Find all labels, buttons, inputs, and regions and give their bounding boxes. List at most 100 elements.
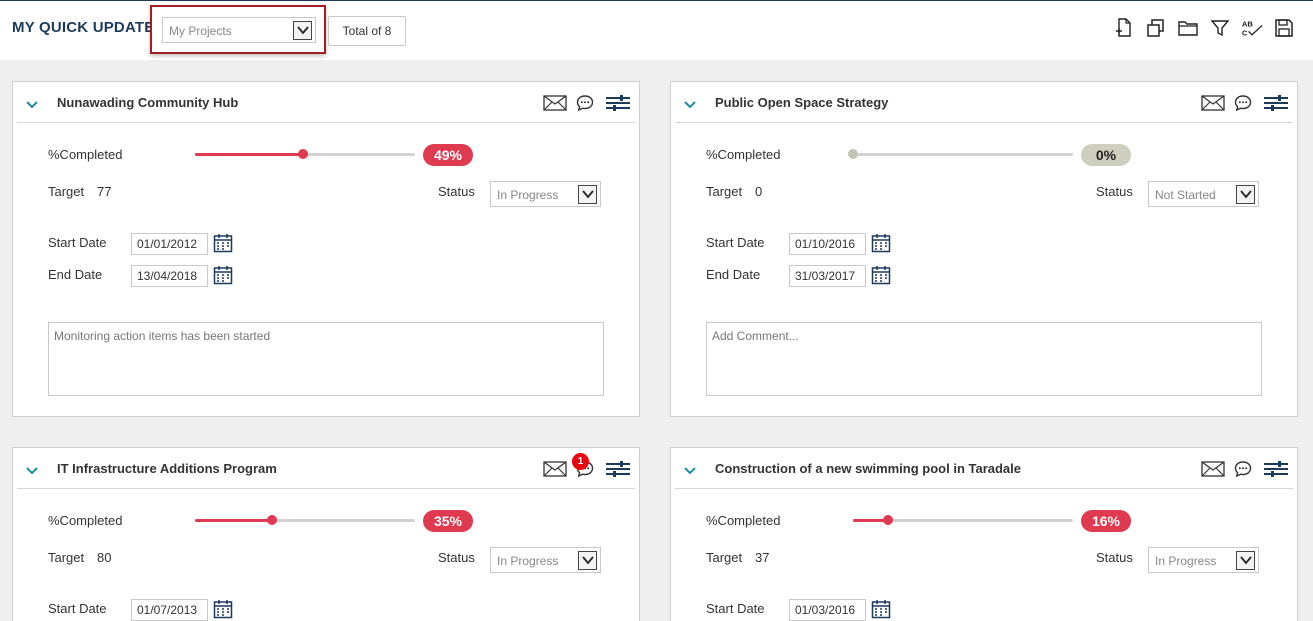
mail-icon[interactable]	[1201, 459, 1225, 479]
target-label: Target	[706, 184, 743, 199]
sliders-icon[interactable]	[605, 93, 631, 113]
chevron-down-icon[interactable]	[578, 551, 597, 570]
copy-icon[interactable]	[1145, 17, 1167, 39]
calendar-icon[interactable]	[871, 233, 891, 253]
chevron-down-icon[interactable]	[1236, 551, 1255, 570]
start-date-label: Start Date	[48, 235, 107, 250]
completed-label: %Completed	[48, 513, 123, 528]
comment-textarea[interactable]: Monitoring action items has been started	[48, 322, 604, 396]
status-label: Status	[1096, 550, 1133, 565]
start-date-label: Start Date	[706, 601, 765, 616]
add-document-icon[interactable]	[1113, 17, 1135, 39]
calendar-icon[interactable]	[871, 599, 891, 619]
start-date-label: Start Date	[706, 235, 765, 250]
notification-badge: 1	[572, 453, 589, 470]
chevron-down-icon[interactable]	[1236, 185, 1255, 204]
start-date-input[interactable]: 01/10/2016	[789, 233, 866, 255]
sliders-icon[interactable]	[1263, 93, 1289, 113]
completed-label: %Completed	[48, 147, 123, 162]
status-label: Status	[1096, 184, 1133, 199]
sliders-icon[interactable]	[605, 459, 631, 479]
target-value: 37	[755, 550, 770, 565]
chevron-down-icon[interactable]	[578, 185, 597, 204]
status-value: Not Started	[1155, 188, 1216, 202]
spell-check-icon[interactable]: AB C	[1241, 17, 1263, 39]
card-title: Nunawading Community Hub	[57, 95, 239, 110]
progress-knob[interactable]	[267, 515, 277, 525]
progress-slider[interactable]	[195, 149, 415, 159]
header-bar: MY QUICK UPDATE My Projects Total of 8 A…	[0, 0, 1313, 60]
end-date-input[interactable]: 31/03/2017	[789, 265, 866, 287]
calendar-icon[interactable]	[871, 265, 891, 285]
mail-icon[interactable]	[543, 93, 567, 113]
target-label: Target	[48, 184, 85, 199]
card-title: Construction of a new swimming pool in T…	[715, 461, 1022, 476]
project-filter-value: My Projects	[169, 24, 232, 38]
status-select[interactable]: In Progress	[1148, 547, 1259, 573]
comment-placeholder: Add Comment...	[712, 329, 799, 343]
status-select[interactable]: In Progress	[490, 547, 601, 573]
filter-icon[interactable]	[1209, 17, 1231, 39]
percent-badge: 49%	[423, 144, 473, 166]
card-header: Public Open Space Strategy	[675, 82, 1293, 123]
progress-fill	[195, 153, 303, 156]
svg-text:AB: AB	[1242, 19, 1253, 28]
project-card: Nunawading Community Hub %Completed 49% …	[12, 81, 640, 417]
progress-knob[interactable]	[883, 515, 894, 525]
progress-slider[interactable]	[853, 515, 1073, 525]
target-label: Target	[48, 550, 85, 565]
project-filter-highlight: My Projects	[150, 5, 326, 54]
svg-text:C: C	[1242, 29, 1248, 38]
progress-slider[interactable]	[195, 515, 415, 525]
status-label: Status	[438, 184, 475, 199]
chat-icon[interactable]	[1233, 459, 1253, 479]
progress-knob[interactable]	[848, 149, 858, 159]
start-date-input[interactable]: 01/01/2012	[131, 233, 208, 255]
sliders-icon[interactable]	[1263, 459, 1289, 479]
project-card: Construction of a new swimming pool in T…	[670, 447, 1298, 621]
progress-slider[interactable]	[848, 149, 1073, 159]
end-date-label: End Date	[48, 267, 103, 282]
chevron-down-icon[interactable]	[683, 98, 697, 109]
target-value: 0	[755, 184, 763, 199]
card-header: IT Infrastructure Additions Program 1	[17, 448, 635, 489]
calendar-icon[interactable]	[213, 599, 233, 619]
chevron-down-icon[interactable]	[683, 464, 697, 475]
card-title: IT Infrastructure Additions Program	[57, 461, 277, 476]
status-value: In Progress	[497, 554, 559, 568]
start-date-input[interactable]: 01/07/2013	[131, 599, 208, 621]
project-filter-select[interactable]: My Projects	[162, 17, 316, 43]
toolbar: AB C	[1103, 17, 1295, 39]
comment-textarea[interactable]: Add Comment...	[706, 322, 1262, 396]
target-label: Target	[706, 550, 743, 565]
chat-icon[interactable]	[575, 93, 595, 113]
project-card: IT Infrastructure Additions Program 1 %C…	[12, 447, 640, 621]
end-date-input[interactable]: 13/04/2018	[131, 265, 208, 287]
status-select[interactable]: In Progress	[490, 181, 601, 207]
card-header: Nunawading Community Hub	[17, 82, 635, 123]
end-date-label: End Date	[706, 267, 761, 282]
project-card: Public Open Space Strategy %Completed 0%…	[670, 81, 1298, 417]
chevron-down-icon[interactable]	[25, 98, 39, 109]
chevron-down-icon[interactable]	[25, 464, 39, 475]
mail-icon[interactable]	[1201, 93, 1225, 113]
save-icon[interactable]	[1273, 17, 1295, 39]
start-date-label: Start Date	[48, 601, 107, 616]
total-count-button[interactable]: Total of 8	[328, 16, 406, 46]
target-value: 80	[97, 550, 112, 565]
calendar-icon[interactable]	[213, 233, 233, 253]
status-value: In Progress	[497, 188, 559, 202]
mail-icon[interactable]	[543, 459, 567, 479]
chat-icon[interactable]	[1233, 93, 1253, 113]
folder-icon[interactable]	[1177, 17, 1199, 39]
progress-fill	[195, 519, 272, 522]
status-select[interactable]: Not Started	[1148, 181, 1259, 207]
progress-knob[interactable]	[297, 149, 308, 159]
target-value: 77	[97, 184, 112, 199]
completed-label: %Completed	[706, 147, 781, 162]
comment-text: Monitoring action items has been started	[54, 329, 271, 343]
calendar-icon[interactable]	[213, 265, 233, 285]
chevron-down-icon[interactable]	[293, 21, 312, 40]
completed-label: %Completed	[706, 513, 781, 528]
start-date-input[interactable]: 01/03/2016	[789, 599, 866, 621]
